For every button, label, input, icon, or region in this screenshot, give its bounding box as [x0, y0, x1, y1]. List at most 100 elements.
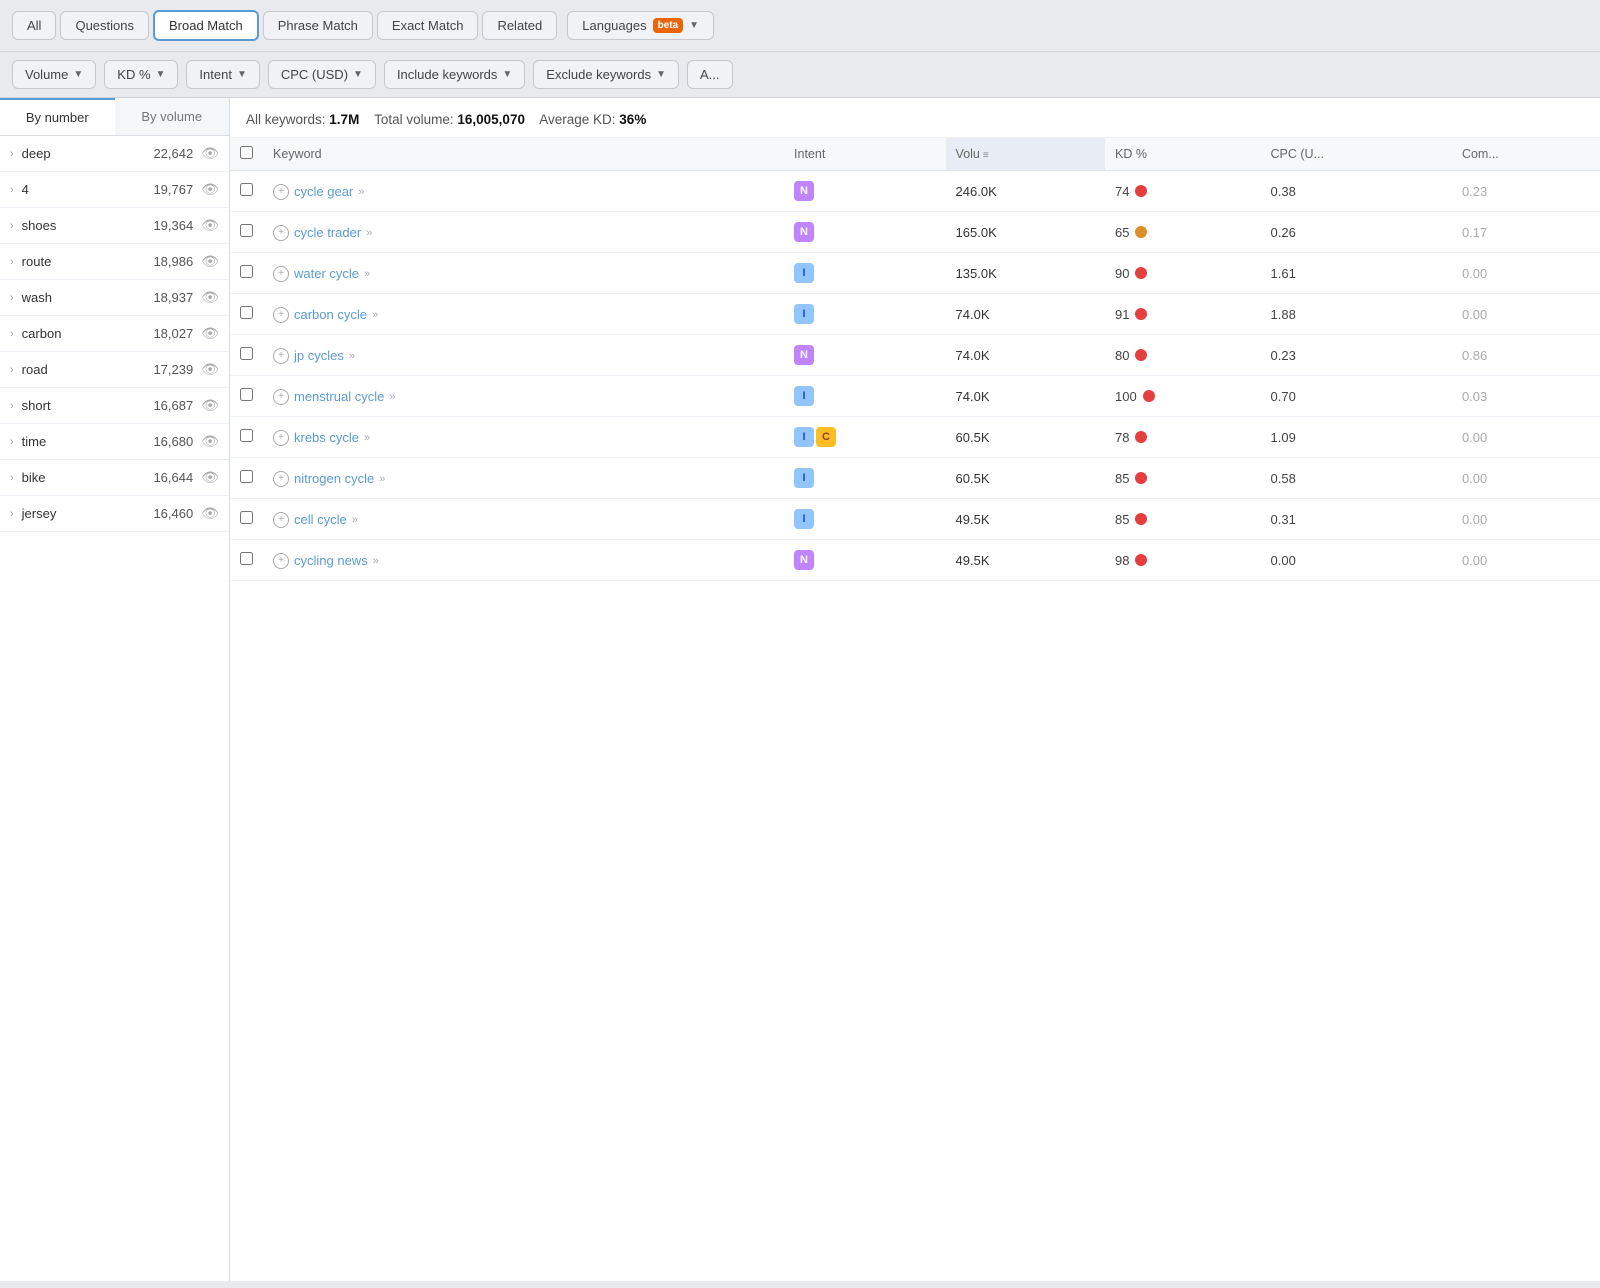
filter-volume[interactable]: Volume ▼ [12, 60, 96, 89]
all-keywords-value: 1.7M [329, 112, 359, 127]
sidebar-item[interactable]: › 4 19,767 👁 [0, 172, 229, 208]
top-nav: All Questions Broad Match Phrase Match E… [0, 0, 1600, 52]
sidebar-item-chevron-icon: › [10, 400, 14, 412]
keyword-cell: + carbon cycle » [263, 294, 784, 335]
sidebar-item[interactable]: › deep 22,642 👁 [0, 136, 229, 172]
intent-group: N [794, 550, 936, 570]
sidebar-item-label: carbon [22, 326, 154, 341]
row-checkbox[interactable] [240, 429, 253, 442]
sidebar-item-eye-icon[interactable]: 👁 [201, 361, 219, 378]
tab-exact-match[interactable]: Exact Match [377, 11, 479, 40]
sidebar-item[interactable]: › short 16,687 👁 [0, 388, 229, 424]
keyword-link[interactable]: + cycle trader » [273, 225, 372, 241]
filter-exclude-keywords[interactable]: Exclude keywords ▼ [533, 60, 679, 89]
keyword-link[interactable]: + jp cycles » [273, 348, 355, 364]
sidebar-item-count: 16,687 [153, 398, 193, 413]
sidebar-item[interactable]: › carbon 18,027 👁 [0, 316, 229, 352]
sidebar-tab-by-number[interactable]: By number [0, 98, 115, 135]
keyword-link[interactable]: + cycle gear » [273, 184, 364, 200]
keyword-link[interactable]: + carbon cycle » [273, 307, 378, 323]
row-checkbox[interactable] [240, 183, 253, 196]
sidebar-item[interactable]: › time 16,680 👁 [0, 424, 229, 460]
volume-cell: 165.0K [946, 212, 1105, 253]
exclude-chevron-icon: ▼ [656, 69, 666, 80]
sidebar-item[interactable]: › jersey 16,460 👁 [0, 496, 229, 532]
intent-group: N [794, 222, 936, 242]
kd-dot-icon [1135, 308, 1147, 320]
sidebar-item-eye-icon[interactable]: 👁 [201, 289, 219, 306]
volume-cell: 135.0K [946, 253, 1105, 294]
row-checkbox[interactable] [240, 306, 253, 319]
tab-phrase-match[interactable]: Phrase Match [263, 11, 373, 40]
volume-cell: 60.5K [946, 417, 1105, 458]
row-checkbox[interactable] [240, 388, 253, 401]
row-checkbox[interactable] [240, 347, 253, 360]
sidebar-tab-by-volume[interactable]: By volume [115, 98, 230, 135]
tab-all[interactable]: All [12, 11, 56, 40]
table-row: + menstrual cycle » I 74.0K 100 0.70 0.0… [230, 376, 1600, 417]
table-row: + water cycle » I 135.0K 90 1.61 0.00 [230, 253, 1600, 294]
sidebar-item-eye-icon[interactable]: 👁 [201, 397, 219, 414]
keyword-link[interactable]: + menstrual cycle » [273, 389, 395, 405]
sidebar-item-eye-icon[interactable]: 👁 [201, 145, 219, 162]
keyword-link[interactable]: + cell cycle » [273, 512, 358, 528]
tab-languages[interactable]: Languages beta ▼ [567, 11, 714, 40]
sidebar-item[interactable]: › route 18,986 👁 [0, 244, 229, 280]
sidebar-item-eye-icon[interactable]: 👁 [201, 505, 219, 522]
sidebar-item-chevron-icon: › [10, 292, 14, 304]
header-volume[interactable]: Volu≡ [946, 138, 1105, 171]
filter-intent[interactable]: Intent ▼ [186, 60, 259, 89]
filter-row: Volume ▼ KD % ▼ Intent ▼ CPC (USD) ▼ Inc… [0, 52, 1600, 98]
sidebar-item[interactable]: › shoes 19,364 👁 [0, 208, 229, 244]
sidebar-item[interactable]: › wash 18,937 👁 [0, 280, 229, 316]
row-checkbox[interactable] [240, 224, 253, 237]
intent-badge: C [816, 427, 836, 447]
filter-kd[interactable]: KD % ▼ [104, 60, 178, 89]
filter-advanced[interactable]: A... [687, 60, 733, 89]
table-header: Keyword Intent Volu≡ KD % CPC (U... Com.… [230, 138, 1600, 171]
kd-dot-icon [1135, 349, 1147, 361]
keyword-link[interactable]: + cycling news » [273, 553, 379, 569]
sidebar-item-eye-icon[interactable]: 👁 [201, 217, 219, 234]
keyword-link[interactable]: + nitrogen cycle » [273, 471, 385, 487]
sidebar-item-eye-icon[interactable]: 👁 [201, 433, 219, 450]
table-container: Keyword Intent Volu≡ KD % CPC (U... Com.… [230, 138, 1600, 1281]
sidebar-item-label: time [22, 434, 154, 449]
table-row: + cycling news » N 49.5K 98 0.00 0.00 [230, 540, 1600, 581]
row-checkbox-cell [230, 540, 263, 581]
keywords-table: Keyword Intent Volu≡ KD % CPC (U... Com.… [230, 138, 1600, 581]
sidebar-item[interactable]: › road 17,239 👁 [0, 352, 229, 388]
kd-dot-icon [1135, 267, 1147, 279]
select-all-checkbox[interactable] [240, 146, 253, 159]
filter-cpc[interactable]: CPC (USD) ▼ [268, 60, 376, 89]
sidebar-item-eye-icon[interactable]: 👁 [201, 469, 219, 486]
kd-cell: 74 [1105, 171, 1261, 212]
sidebar-item-eye-icon[interactable]: 👁 [201, 253, 219, 270]
row-checkbox[interactable] [240, 511, 253, 524]
keyword-link[interactable]: + water cycle » [273, 266, 370, 282]
sidebar-item-chevron-icon: › [10, 328, 14, 340]
comp-cell: 0.00 [1452, 294, 1600, 335]
plus-icon: + [273, 430, 289, 446]
kd-cell: 98 [1105, 540, 1261, 581]
filter-include-keywords[interactable]: Include keywords ▼ [384, 60, 525, 89]
cpc-chevron-icon: ▼ [353, 69, 363, 80]
intent-cell: I [784, 253, 946, 294]
tab-related[interactable]: Related [482, 11, 557, 40]
kd-dot-icon [1143, 390, 1155, 402]
intent-badge: I [794, 386, 814, 406]
sidebar-item-eye-icon[interactable]: 👁 [201, 325, 219, 342]
comp-cell: 0.00 [1452, 458, 1600, 499]
row-checkbox[interactable] [240, 552, 253, 565]
keyword-link[interactable]: + krebs cycle » [273, 430, 370, 446]
tab-questions[interactable]: Questions [60, 11, 149, 40]
table-row: + krebs cycle » IC 60.5K 78 1.09 0.00 [230, 417, 1600, 458]
sidebar-item-count: 16,644 [153, 470, 193, 485]
intent-group: I [794, 509, 936, 529]
sidebar-item[interactable]: › bike 16,644 👁 [0, 460, 229, 496]
row-checkbox[interactable] [240, 470, 253, 483]
volume-sort-icon: ≡ [983, 150, 989, 161]
row-checkbox[interactable] [240, 265, 253, 278]
sidebar-item-eye-icon[interactable]: 👁 [201, 181, 219, 198]
tab-broad-match[interactable]: Broad Match [153, 10, 259, 41]
